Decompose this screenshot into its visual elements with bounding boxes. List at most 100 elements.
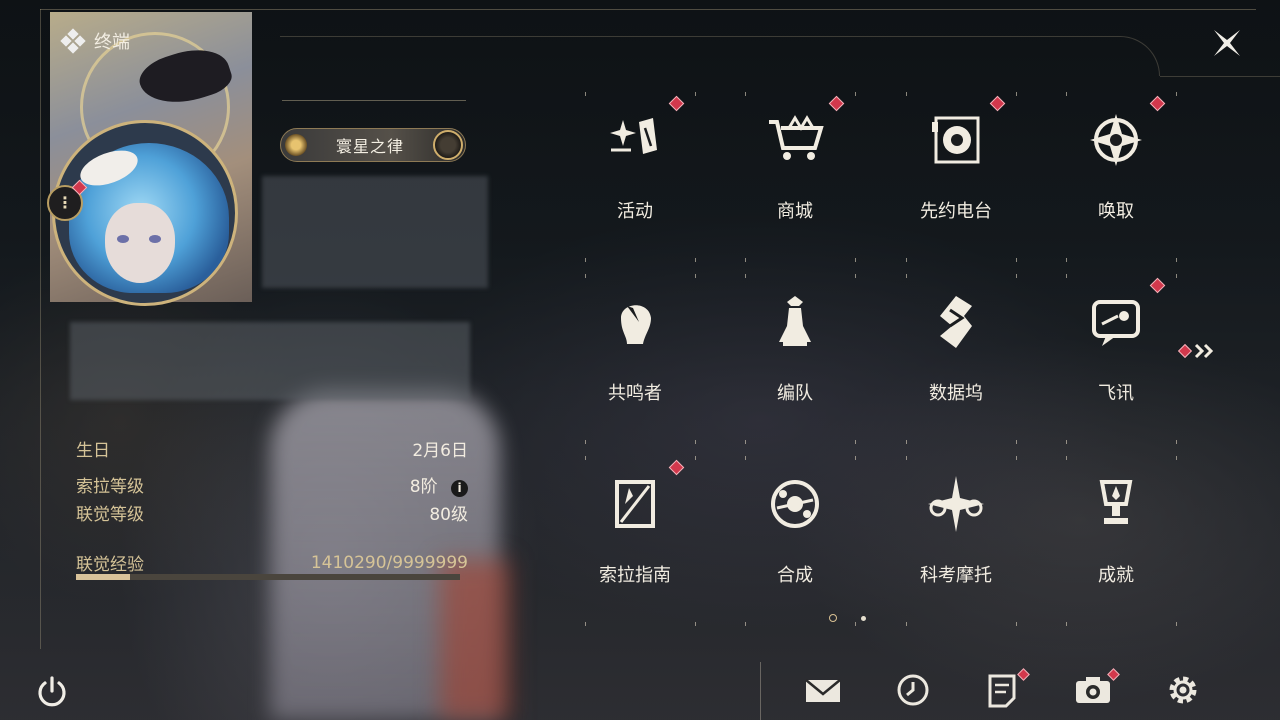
terminal-diamond-icon	[60, 28, 86, 54]
grid-tick	[695, 622, 696, 626]
grid-item-11[interactable]: 科考摩托	[876, 456, 1036, 626]
grid-item-label: 成就	[1098, 565, 1134, 586]
grid-item-label: 索拉指南	[599, 565, 671, 586]
camera-button[interactable]	[1074, 668, 1120, 708]
power-button[interactable]	[34, 674, 70, 710]
avatar-eye	[149, 235, 161, 243]
grid-item-label: 数据坞	[929, 383, 983, 404]
grid-item-5[interactable]: 共鸣者	[555, 274, 715, 444]
grid-item-6[interactable]: 编队	[715, 274, 875, 444]
grid-tick	[745, 258, 746, 262]
info-icon[interactable]: i	[451, 480, 468, 497]
grid-tick	[745, 456, 746, 460]
grid-item-label: 共鸣者	[608, 383, 662, 404]
grid-tick	[745, 622, 746, 626]
stat-value: 1410290/9999999	[310, 552, 468, 573]
page-title-text: 终端	[94, 32, 130, 53]
grid-item-label: 科考摩托	[920, 565, 992, 586]
page-dot-active[interactable]	[829, 614, 837, 622]
grid-tick	[855, 258, 856, 262]
stat-union-exp: 联觉经验 1410290/9999999	[76, 550, 468, 576]
grid-tick	[695, 258, 696, 262]
notification-badge	[828, 95, 845, 112]
close-button[interactable]	[1210, 26, 1244, 60]
grid-item-label: 先约电台	[920, 201, 992, 222]
profile-badge-wrapper	[60, 170, 90, 200]
grid-item-label: 合成	[777, 565, 813, 586]
notice-button[interactable]	[984, 668, 1030, 708]
grid-tick	[695, 440, 696, 444]
mail-icon	[805, 679, 841, 702]
grid-item-7[interactable]: 数据坞	[876, 274, 1036, 444]
grid-tick	[1176, 456, 1177, 460]
stat-label: 索拉等级	[76, 477, 144, 497]
grid-tick	[585, 274, 586, 278]
grid-item-2[interactable]: 商城	[715, 92, 875, 262]
grid-tick	[1016, 440, 1017, 444]
grid-tick	[855, 456, 856, 460]
grid-tick	[1016, 258, 1017, 262]
grid-tick	[1176, 258, 1177, 262]
frame-close-line	[1160, 76, 1280, 77]
stat-value: 80级	[429, 505, 468, 525]
frame-corner-line	[280, 36, 1160, 76]
grid-tick	[906, 258, 907, 262]
grid-item-9[interactable]: 索拉指南	[555, 456, 715, 626]
stat-label: 生日	[76, 441, 110, 461]
grid-tick	[585, 456, 586, 460]
notification-badge	[668, 459, 685, 476]
stat-birthday: 生日 2月6日	[76, 436, 468, 461]
camera-icon	[1076, 677, 1110, 703]
background-accent	[440, 560, 510, 720]
stat-label: 联觉经验	[76, 555, 144, 575]
grid-item-8[interactable]: 飞讯	[1036, 274, 1196, 444]
grid-tick	[1066, 274, 1067, 278]
grid-item-label: 活动	[617, 201, 653, 222]
grid-tick	[906, 622, 907, 626]
grid-tick	[585, 258, 586, 262]
grid-item-4[interactable]: 唤取	[1036, 92, 1196, 262]
grid-tick	[1176, 440, 1177, 444]
grid-tick	[906, 92, 907, 96]
grid-tick	[1016, 456, 1017, 460]
ring-emblem-icon	[433, 130, 463, 160]
grid-tick	[745, 92, 746, 96]
clock-button[interactable]	[894, 672, 932, 708]
grid-tick	[585, 92, 586, 96]
sun-emblem-icon	[285, 134, 307, 156]
grid-item-12[interactable]: 成就	[1036, 456, 1196, 626]
trophy-icon	[1086, 474, 1146, 534]
page-title: 终端	[60, 28, 130, 54]
grid-item-1[interactable]: 活动	[555, 92, 715, 262]
grid-tick	[745, 274, 746, 278]
stat-label: 联觉等级	[76, 505, 144, 525]
grid-item-label: 商城	[777, 201, 813, 222]
mail-button[interactable]	[804, 672, 842, 708]
settings-gear-icon	[1169, 676, 1197, 704]
settings-button[interactable]	[1164, 672, 1202, 708]
grid-tick	[1176, 622, 1177, 626]
next-page-button[interactable]	[1177, 339, 1220, 363]
summon-compass-icon	[1086, 110, 1146, 170]
title-badge[interactable]: 寰星之律	[280, 128, 466, 162]
stat-union-level: 联觉等级 80级	[76, 500, 468, 525]
grid-tick	[1016, 622, 1017, 626]
notification-badge	[1177, 343, 1193, 359]
grid-tick	[855, 274, 856, 278]
title-badge-label: 寰星之律	[335, 137, 404, 156]
grid-item-10[interactable]: 合成	[715, 456, 875, 626]
exp-progress-bar	[76, 574, 460, 580]
grid-tick	[585, 622, 586, 626]
redacted-signature-area	[70, 322, 470, 400]
grid-tick	[1066, 258, 1067, 262]
grid-item-3[interactable]: 先约电台	[876, 92, 1036, 262]
grid-tick	[1176, 92, 1177, 96]
notice-icon	[988, 674, 1016, 708]
grid-tick	[855, 92, 856, 96]
message-chat-icon	[1086, 292, 1146, 352]
grid-tick	[855, 440, 856, 444]
exp-progress-fill	[76, 574, 131, 580]
stat-value: 2月6日	[412, 441, 468, 461]
grid-tick	[695, 456, 696, 460]
page-dot[interactable]	[861, 616, 866, 621]
